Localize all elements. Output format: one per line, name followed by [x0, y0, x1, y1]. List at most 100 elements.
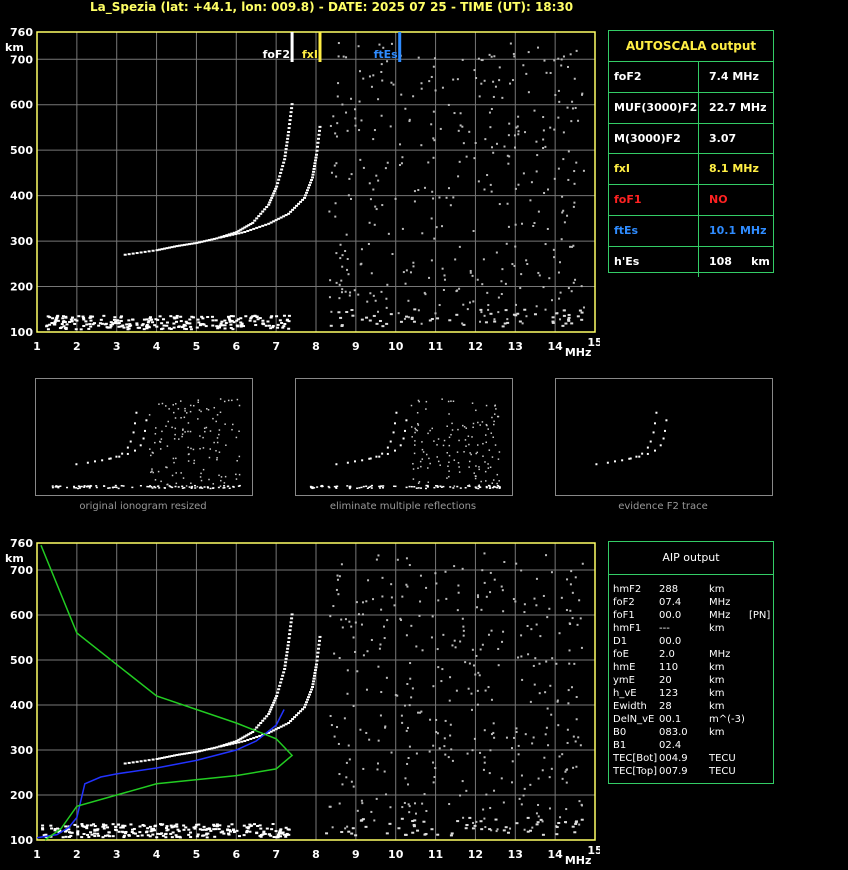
thumb-noise: [496, 473, 499, 476]
noise-dot: [462, 625, 465, 628]
noise-dot: [443, 278, 446, 281]
e-layer-echo: [282, 314, 286, 317]
noise-dot: [390, 81, 393, 84]
thumb-noise: [198, 409, 201, 411]
e-layer-echo: [284, 826, 288, 829]
noise-dot: [358, 100, 361, 103]
x-trace-point: [313, 165, 317, 168]
thumb-noise: [498, 480, 500, 482]
noise-dot: [503, 145, 506, 148]
o-trace-point: [143, 250, 147, 253]
noise-dot: [413, 200, 416, 203]
noise-dot: [483, 188, 486, 191]
noise-dot: [467, 687, 470, 690]
noise-dot: [500, 585, 503, 588]
noise-dot: [573, 182, 576, 185]
noise-dot: [344, 290, 347, 293]
thumb-noise: [238, 455, 241, 458]
noise-dot: [542, 116, 545, 119]
noise-dot: [492, 95, 495, 98]
e-layer-echo: [280, 321, 284, 324]
x-trace-point: [295, 714, 299, 717]
noise-dot: [473, 737, 476, 740]
x-trace-point: [316, 651, 320, 654]
noise-dot: [386, 283, 389, 286]
noise-dot: [581, 93, 584, 96]
noise-dot: [390, 596, 393, 599]
noise-dot: [498, 79, 501, 82]
o-trace-point: [265, 206, 269, 208]
e-layer-echo: [117, 823, 121, 826]
e-layer-echo: [45, 325, 49, 328]
o-trace-point: [272, 192, 276, 195]
thumb-noise: [425, 453, 428, 456]
noise-dot: [401, 595, 404, 598]
thumb-noise: [224, 475, 227, 478]
noise-dot: [412, 95, 415, 98]
x-trace-point: [293, 206, 297, 209]
noise-dot: [379, 714, 382, 717]
thumb-noise: [413, 452, 416, 455]
noise-dot: [542, 286, 545, 289]
noise-dot: [511, 781, 514, 784]
o-trace-point: [289, 621, 293, 624]
aip-cell: foF2: [613, 597, 635, 608]
noise-dot: [580, 285, 583, 288]
noise-dot: [368, 221, 371, 224]
noise-dot: [533, 683, 536, 686]
thumb-noise: [220, 479, 222, 482]
e-layer-echo: [172, 322, 176, 325]
e-layer-echo: [117, 322, 121, 325]
noise-dot: [346, 825, 349, 828]
e-layer-echo: [164, 836, 168, 839]
noise-dot: [435, 582, 438, 585]
noise-dot: [544, 243, 547, 246]
noise-dot: [567, 287, 570, 290]
noise-dot: [567, 702, 570, 705]
noise-dot: [470, 692, 473, 695]
noise-dot: [517, 115, 520, 118]
noise-dot: [474, 673, 477, 676]
e-layer-echo: [114, 828, 118, 831]
thumb-noise: [487, 463, 489, 465]
thumb-noise: [165, 405, 167, 407]
noise-dot: [417, 56, 420, 59]
thumb-noise: [453, 485, 456, 487]
e-layer-echo: [69, 831, 73, 834]
noise-dot: [490, 629, 493, 632]
aip-cell: 083.0: [659, 727, 688, 738]
noise-dot: [419, 711, 422, 714]
x-trace-point: [315, 663, 318, 666]
thumb-noise: [236, 459, 238, 462]
noise-dot: [338, 802, 341, 805]
e-layer-echo: [74, 328, 78, 331]
noise-dot: [423, 291, 426, 294]
aip-cell: MHz: [709, 610, 731, 621]
noise-dot: [483, 79, 486, 82]
noise-dot: [507, 225, 510, 228]
thumb-noise: [474, 475, 477, 477]
noise-dot: [373, 819, 376, 822]
thumb-e-echo: [378, 485, 381, 488]
e-layer-echo: [141, 823, 145, 826]
o-trace-point: [286, 137, 290, 140]
noise-dot: [482, 808, 485, 811]
noise-dot: [492, 722, 495, 725]
noise-dot: [495, 142, 498, 145]
e-layer-echo: [272, 836, 276, 839]
o-trace-point: [284, 148, 288, 151]
es-echo: [462, 323, 466, 326]
thumb-noise: [175, 457, 177, 460]
noise-dot: [338, 575, 341, 578]
noise-dot: [483, 314, 486, 317]
noise-dot: [537, 271, 540, 274]
noise-dot: [365, 731, 368, 734]
noise-dot: [402, 271, 405, 274]
noise-dot: [397, 312, 400, 315]
thumb-trace-point: [101, 459, 104, 462]
thumb-noise: [189, 410, 192, 413]
x-trace-point: [237, 741, 241, 744]
noise-dot: [489, 571, 492, 574]
noise-dot: [387, 232, 390, 235]
thumb-noise: [417, 482, 420, 484]
